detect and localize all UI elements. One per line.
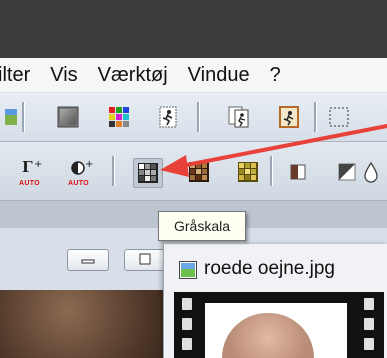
film-hole bbox=[364, 298, 374, 310]
menu-help[interactable]: ? bbox=[270, 64, 281, 87]
yellow-grid-icon[interactable] bbox=[235, 159, 261, 185]
svg-text:Γ: Γ bbox=[22, 158, 33, 176]
contrast-auto-icon[interactable]: + bbox=[66, 155, 96, 181]
runner-copy-icon[interactable] bbox=[226, 104, 252, 130]
menu-vis[interactable]: Vis bbox=[50, 64, 77, 87]
menu-bar: ilter Vis Værktøj Vindue ? bbox=[0, 58, 387, 93]
menu-vindue[interactable]: Vindue bbox=[188, 64, 250, 87]
film-hole bbox=[364, 338, 374, 350]
file-window-title: roede oejne.jpg bbox=[204, 258, 335, 279]
menu-vaerktoej[interactable]: Værktøj bbox=[98, 64, 168, 87]
toolbar-separator bbox=[270, 156, 272, 186]
svg-text:+: + bbox=[85, 159, 93, 170]
runner-icon[interactable] bbox=[155, 104, 181, 130]
selection-icon[interactable] bbox=[326, 104, 352, 130]
toolbar-separator bbox=[112, 156, 114, 186]
window-titlebar bbox=[0, 0, 387, 58]
auto-label: AUTO bbox=[19, 180, 40, 187]
menu-filter[interactable]: ilter bbox=[0, 64, 30, 87]
image-file-icon bbox=[179, 261, 197, 279]
toolbar-separator bbox=[314, 102, 316, 132]
gamma-auto-icon[interactable]: Γ + bbox=[17, 155, 47, 181]
image-icon[interactable] bbox=[0, 104, 26, 130]
auto-label: AUTO bbox=[68, 180, 89, 187]
grayscale-button[interactable] bbox=[133, 158, 163, 188]
photo-preview bbox=[0, 290, 170, 358]
droplet-icon[interactable] bbox=[358, 159, 384, 185]
film-hole bbox=[182, 298, 192, 310]
toolbar-separator bbox=[197, 102, 199, 132]
maximize-button[interactable] bbox=[124, 249, 166, 271]
color-palette-icon[interactable] bbox=[106, 104, 132, 130]
svg-text:+: + bbox=[34, 159, 42, 170]
minimize-button[interactable] bbox=[67, 249, 109, 271]
film-hole bbox=[182, 338, 192, 350]
tooltip-grayscale: Gråskala bbox=[158, 211, 246, 241]
runner-frame-icon[interactable] bbox=[276, 104, 302, 130]
film-hole bbox=[182, 318, 192, 330]
brightness-icon[interactable] bbox=[285, 159, 311, 185]
sepia-grid-icon[interactable] bbox=[186, 159, 212, 185]
film-hole bbox=[364, 318, 374, 330]
invert-icon[interactable] bbox=[334, 159, 360, 185]
gray-square-icon[interactable] bbox=[55, 104, 81, 130]
